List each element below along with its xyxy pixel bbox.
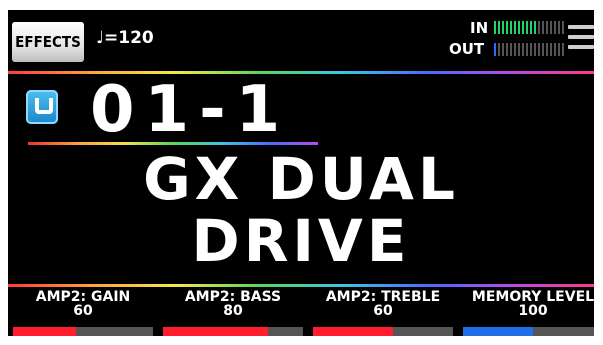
in-meter-label: IN [470, 19, 489, 37]
out-meter-segment [522, 43, 524, 56]
menu-icon[interactable] [568, 25, 594, 53]
in-meter-segment [526, 21, 528, 34]
in-level-meter [494, 21, 564, 34]
in-meter-segment [494, 21, 496, 34]
out-meter-segment [494, 43, 496, 56]
knob-2-value: 80 [223, 303, 243, 319]
knob-1-bar [13, 327, 153, 336]
out-meter-segment [562, 43, 564, 56]
out-meter-segment [558, 43, 560, 56]
in-meter-segment [550, 21, 552, 34]
in-meter-segment [530, 21, 532, 34]
knob-2-label: AMP2: BASS [184, 289, 282, 305]
knob-4-label: MEMORY LEVEL [471, 289, 594, 305]
knob-1-label: AMP2: GAIN [35, 289, 131, 305]
out-meter-segment [550, 43, 552, 56]
in-meter-segment [506, 21, 508, 34]
out-meter-segment [518, 43, 520, 56]
in-meter-segment [534, 21, 536, 34]
knob-1[interactable]: AMP2: GAIN 60 [13, 289, 153, 336]
out-meter-segment [538, 43, 540, 56]
out-meter-segment [554, 43, 556, 56]
knob-1-fill [13, 327, 76, 336]
knob-3-label: AMP2: TREBLE [325, 289, 441, 305]
in-meter-segment [498, 21, 500, 34]
knob-2-bar [163, 327, 303, 336]
out-meter-segment [534, 43, 536, 56]
out-meter-segment [506, 43, 508, 56]
in-meter-segment [554, 21, 556, 34]
patch-number[interactable]: 01-1 [90, 74, 290, 146]
in-meter-segment [538, 21, 540, 34]
out-meter-segment [542, 43, 544, 56]
in-meter-segment [558, 21, 560, 34]
knob-3-fill [313, 327, 393, 336]
out-meter-segment [546, 43, 548, 56]
out-meter-label: OUT [449, 40, 485, 58]
knob-3[interactable]: AMP2: TREBLE 60 [313, 289, 453, 336]
out-meter-segment [498, 43, 500, 56]
in-meter-segment [522, 21, 524, 34]
knob-4-value: 100 [518, 303, 548, 319]
patch-name-line2: DRIVE [191, 207, 411, 275]
knob-4[interactable]: MEMORY LEVEL 100 [463, 289, 594, 336]
knob-2[interactable]: AMP2: BASS 80 [163, 289, 303, 336]
patch-name-line1: GX DUAL [143, 145, 459, 213]
in-meter-segment [510, 21, 512, 34]
knob-4-fill [463, 327, 533, 336]
in-meter-segment [542, 21, 544, 34]
tempo-display[interactable]: ♩=120 [96, 28, 154, 48]
in-meter-segment [514, 21, 516, 34]
knob-4-bar [463, 327, 594, 336]
out-meter-segment [510, 43, 512, 56]
out-meter-segment [514, 43, 516, 56]
knob-divider [8, 284, 594, 287]
out-meter-segment [526, 43, 528, 56]
patch-name[interactable]: GX DUAL DRIVE [8, 148, 594, 272]
in-meter-segment [562, 21, 564, 34]
knob-1-value: 60 [73, 303, 93, 319]
knob-3-value: 60 [373, 303, 393, 319]
out-meter-segment [530, 43, 532, 56]
knob-2-fill [163, 327, 268, 336]
in-meter-segment [546, 21, 548, 34]
knob-3-bar [313, 327, 453, 336]
user-icon [26, 90, 58, 124]
device-screen: EFFECTS ♩=120 IN OUT 01-1 GX DUAL DRIVE … [8, 10, 594, 336]
effects-button[interactable]: EFFECTS [12, 22, 84, 62]
out-meter-segment [502, 43, 504, 56]
out-level-meter [494, 43, 564, 56]
in-meter-segment [502, 21, 504, 34]
in-meter-segment [518, 21, 520, 34]
